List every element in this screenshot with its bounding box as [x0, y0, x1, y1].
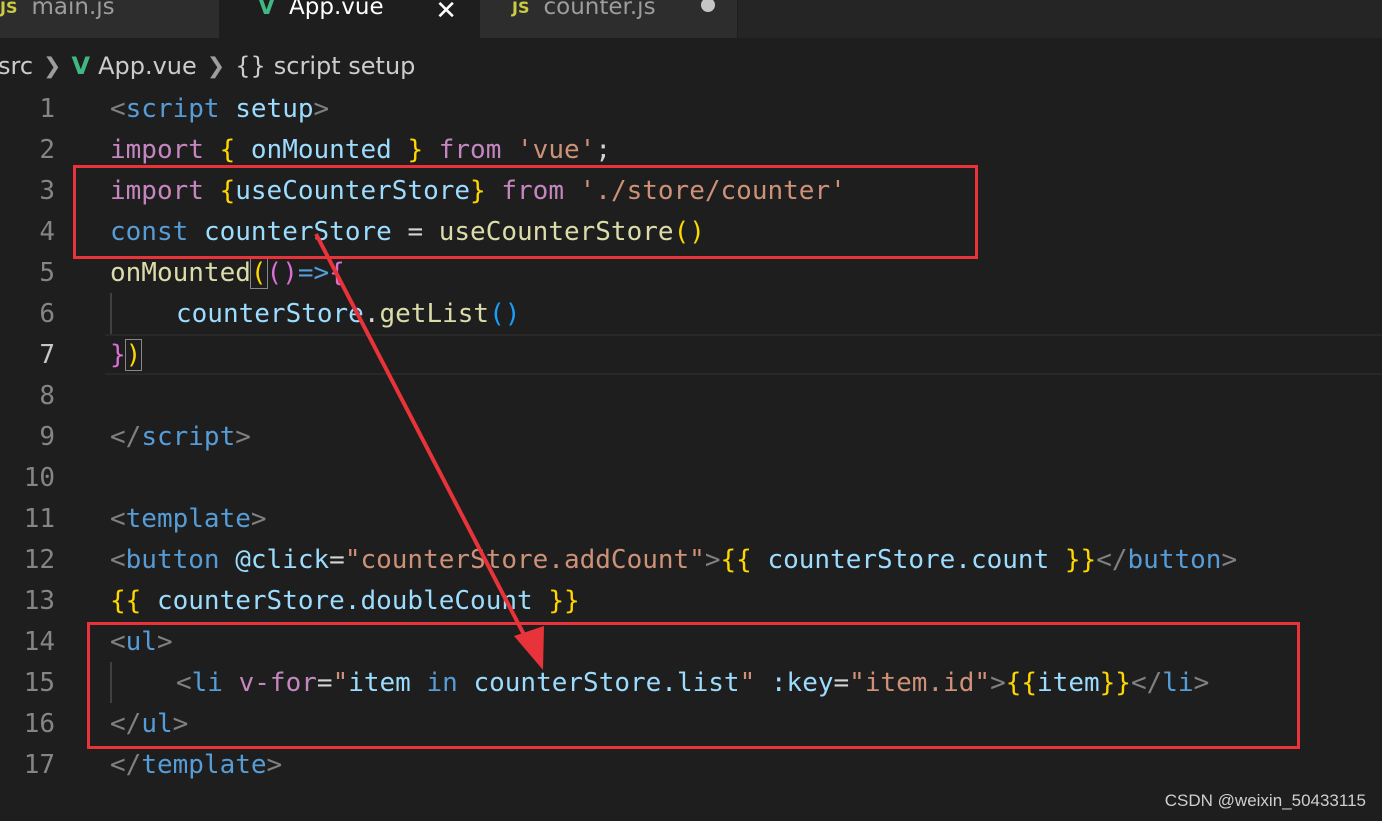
code-line: 10	[0, 457, 1382, 498]
code-line: 15 <li v-for="item in counterStore.list"…	[0, 662, 1382, 703]
javascript-file-icon: JS	[0, 0, 18, 17]
code-text: counterStore.getList()	[176, 298, 521, 329]
symbol-braces-icon: {}	[235, 52, 266, 80]
line-number: 14	[23, 626, 55, 657]
breadcrumb-symbol[interactable]: script setup	[274, 52, 416, 80]
line-number: 7	[39, 339, 55, 370]
code-text: {{ counterStore.doubleCount }}	[110, 585, 580, 616]
line-number: 15	[23, 667, 55, 698]
tab-app-vue[interactable]: V App.vue ✕	[220, 0, 480, 38]
chevron-right-icon: ❯	[43, 53, 62, 79]
line-number: 12	[23, 544, 55, 575]
breadcrumb-folder[interactable]: src	[0, 52, 33, 80]
code-line: 16 </ul>	[0, 703, 1382, 744]
editor-tab-bar: JS main.js V App.vue ✕ JS counter.js	[0, 0, 1382, 38]
code-line: 2 import { onMounted } from 'vue';	[0, 129, 1382, 170]
tab-label: App.vue	[289, 0, 384, 20]
code-line: 5 onMounted(()=>{	[0, 252, 1382, 293]
line-number: 6	[39, 298, 55, 329]
code-line: 4 const counterStore = useCounterStore()	[0, 211, 1382, 252]
line-number: 10	[23, 462, 55, 493]
code-line: 6 counterStore.getList()	[0, 293, 1382, 334]
code-text: <template>	[110, 503, 267, 534]
indent-guide	[110, 662, 112, 703]
vscode-window: JS main.js V App.vue ✕ JS counter.js src…	[0, 0, 1382, 821]
code-line: 13 {{ counterStore.doubleCount }}	[0, 580, 1382, 621]
line-number: 8	[39, 380, 55, 411]
javascript-file-icon: JS	[512, 0, 530, 17]
code-text: import { onMounted } from 'vue';	[110, 134, 611, 165]
unsaved-dot-icon[interactable]	[701, 0, 715, 12]
code-text: <button @click="counterStore.addCount">{…	[110, 544, 1238, 575]
line-number: 1	[39, 93, 55, 124]
code-line: 1 <script setup>	[0, 88, 1382, 129]
line-number: 4	[39, 216, 55, 247]
code-line: 11 <template>	[0, 498, 1382, 539]
tab-main-js[interactable]: JS main.js	[0, 0, 220, 38]
code-text: </script>	[110, 421, 251, 452]
code-text: })	[110, 338, 143, 371]
code-text: import {useCounterStore} from './store/c…	[110, 175, 846, 206]
breadcrumb: src ❯ V App.vue ❯ {} script setup	[0, 44, 415, 88]
chevron-right-icon: ❯	[206, 53, 226, 79]
line-number: 9	[39, 421, 55, 452]
tab-label: main.js	[31, 0, 115, 20]
watermark: CSDN @weixin_50433115	[1164, 791, 1366, 810]
code-line: 8	[0, 375, 1382, 416]
code-text: <ul>	[110, 626, 173, 657]
code-text: </ul>	[110, 708, 189, 739]
line-number: 11	[23, 503, 55, 534]
vue-file-icon: V	[258, 0, 276, 20]
close-icon[interactable]: ✕	[435, 0, 457, 26]
code-line: 3 import {useCounterStore} from './store…	[0, 170, 1382, 211]
code-editor[interactable]: 1 <script setup> 2 import { onMounted } …	[0, 88, 1382, 785]
code-text: onMounted(()=>{	[110, 256, 345, 289]
code-text: <li v-for="item in counterStore.list" :k…	[176, 667, 1210, 698]
tab-counter-js[interactable]: JS counter.js	[480, 0, 738, 38]
code-text: const counterStore = useCounterStore()	[110, 216, 705, 247]
code-text: <script setup>	[110, 93, 330, 124]
line-number: 17	[23, 749, 55, 780]
code-line: 17 </template>	[0, 744, 1382, 785]
line-number: 13	[23, 585, 55, 616]
tab-label: counter.js	[543, 0, 656, 20]
line-number: 16	[23, 708, 55, 739]
line-number: 3	[39, 175, 55, 206]
line-number: 2	[39, 134, 55, 165]
code-line: 9 </script>	[0, 416, 1382, 457]
line-number: 5	[39, 257, 55, 288]
code-line: 12 <button @click="counterStore.addCount…	[0, 539, 1382, 580]
code-line: 14 <ul>	[0, 621, 1382, 662]
code-line-current: 7 })	[0, 334, 1382, 375]
breadcrumb-file[interactable]: App.vue	[98, 52, 197, 80]
code-text: </template>	[110, 749, 283, 780]
vue-file-icon: V	[71, 52, 91, 80]
indent-guide	[110, 293, 112, 334]
